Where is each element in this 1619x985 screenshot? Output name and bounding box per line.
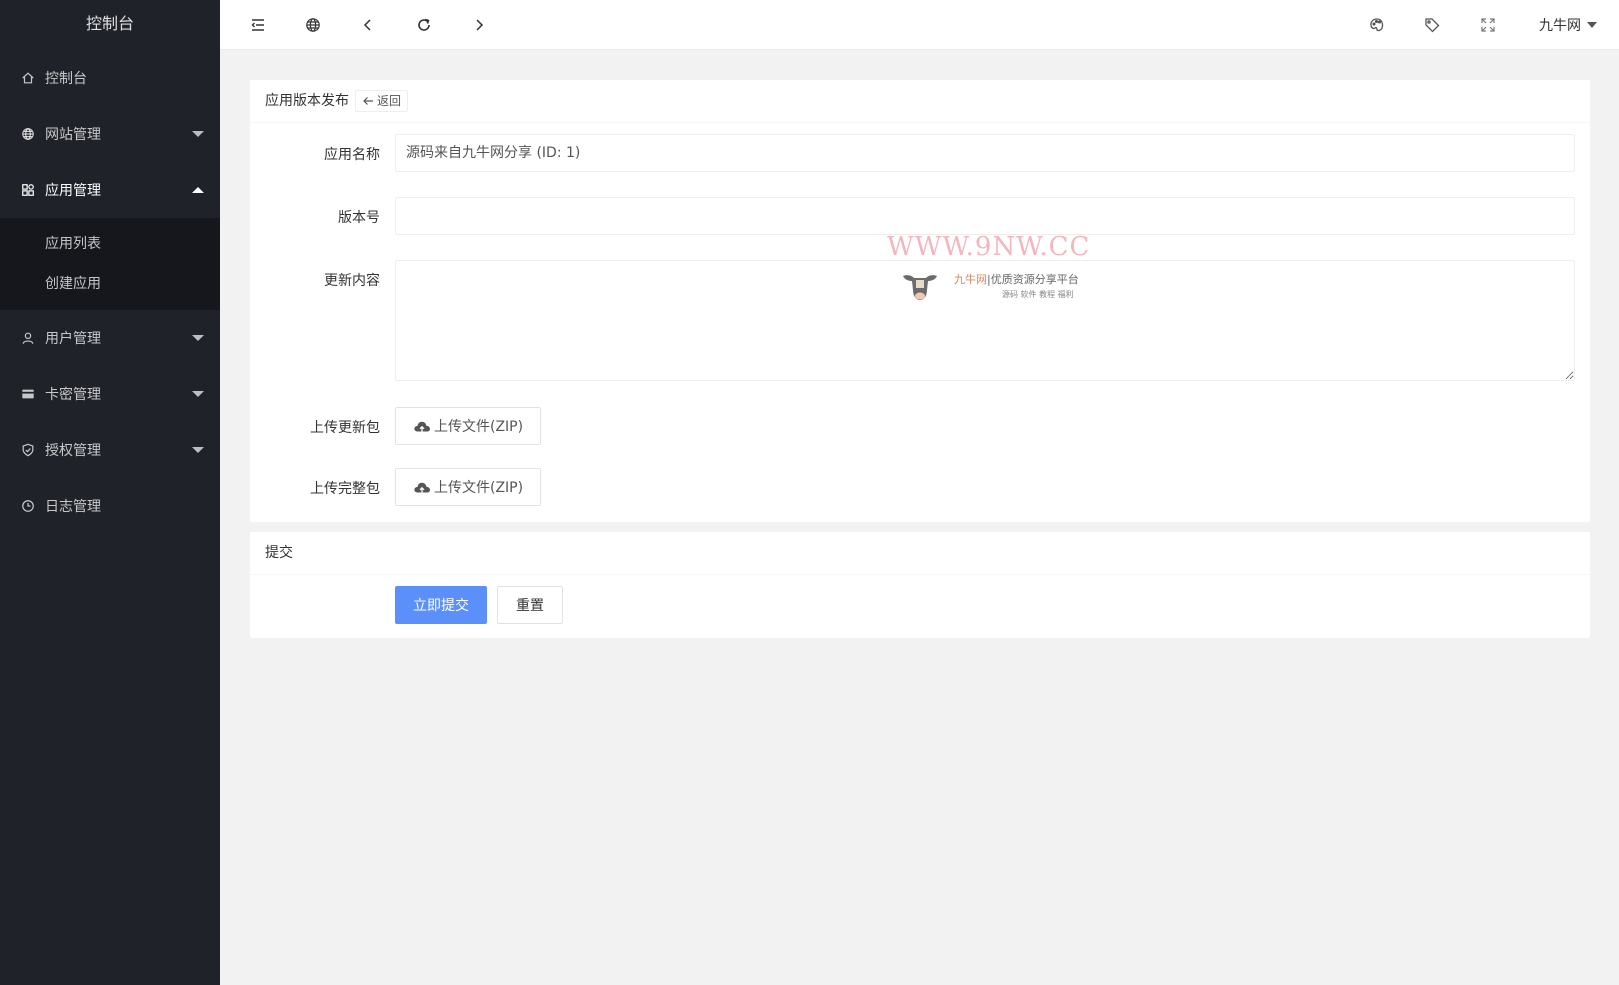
clock-icon <box>20 498 36 514</box>
changelog-label: 更新内容 <box>324 273 380 289</box>
sidebar-item-dashboard[interactable]: 控制台 <box>0 50 220 106</box>
cloud-upload-icon <box>414 482 430 493</box>
watermark-logo: 九牛网|优质资源分享平台 源码 软件 教程 福利 <box>900 268 1079 302</box>
tag-icon[interactable] <box>1420 13 1444 37</box>
home-icon <box>20 70 36 86</box>
palette-icon[interactable] <box>1365 13 1389 37</box>
shield-check-icon <box>20 442 36 458</box>
globe-icon[interactable] <box>301 13 325 37</box>
sidebar-item-label: 卡密管理 <box>45 387 101 403</box>
submit-card-title: 提交 <box>265 544 293 561</box>
globe-icon <box>20 126 36 142</box>
back-button[interactable]: 返回 <box>355 90 409 112</box>
sidebar-item-apps[interactable]: 应用管理 <box>0 162 220 218</box>
chevron-left-icon[interactable] <box>356 13 380 37</box>
version-input[interactable] <box>395 197 1575 235</box>
card-header: 提交 <box>250 532 1590 575</box>
back-button-label: 返回 <box>377 94 402 108</box>
fullscreen-icon[interactable] <box>1476 13 1500 37</box>
cow-logo-icon <box>903 275 937 300</box>
user-name: 九牛网 <box>1539 18 1581 34</box>
sidebar-item-cards[interactable]: 卡密管理 <box>0 366 220 422</box>
app-name-input[interactable]: 源码来自九牛网分享 (ID: 1) <box>395 134 1575 172</box>
reset-button[interactable]: 重置 <box>497 586 563 624</box>
top-header: 九牛网 <box>220 0 1619 50</box>
menu-fold-icon[interactable] <box>246 13 270 37</box>
watermark-brand: 九牛网 <box>954 272 987 286</box>
page-title: 应用版本发布 <box>265 92 349 109</box>
sidebar-subitem-app-list[interactable]: 应用列表 <box>0 224 220 264</box>
sidebar-item-users[interactable]: 用户管理 <box>0 310 220 366</box>
cloud-upload-icon <box>414 421 430 432</box>
caret-down-icon <box>192 391 204 397</box>
sidebar-logo[interactable]: 控制台 <box>0 0 220 50</box>
submit-card: 提交 立即提交 重置 <box>250 532 1590 638</box>
caret-down-icon <box>1587 22 1597 28</box>
update-package-label: 上传更新包 <box>310 420 380 436</box>
sidebar-item-label: 网站管理 <box>45 127 101 143</box>
sidebar-submenu-apps: 应用列表 创建应用 <box>0 218 220 310</box>
card-icon <box>20 386 36 402</box>
caret-down-icon <box>192 447 204 453</box>
app-name-label: 应用名称 <box>324 147 380 163</box>
caret-down-icon <box>192 335 204 341</box>
upload-update-package-button[interactable]: 上传文件(ZIP) <box>395 407 542 445</box>
version-label: 版本号 <box>338 210 380 226</box>
sidebar-item-license[interactable]: 授权管理 <box>0 422 220 478</box>
card-header: 应用版本发布 返回 <box>250 80 1590 123</box>
user-icon <box>20 330 36 346</box>
upload-update-package-label: 上传文件(ZIP) <box>434 419 524 435</box>
caret-up-icon <box>192 187 204 193</box>
sidebar-item-label: 授权管理 <box>45 443 101 459</box>
watermark-slogan-line: 九牛网|优质资源分享平台 <box>954 272 1079 286</box>
submit-button[interactable]: 立即提交 <box>395 586 487 624</box>
sidebar-item-label: 控制台 <box>45 71 87 87</box>
sidebar-subitem-create-app[interactable]: 创建应用 <box>0 264 220 304</box>
watermark-tags: 源码 软件 教程 福利 <box>1002 289 1074 299</box>
sidebar-item-logs[interactable]: 日志管理 <box>0 478 220 534</box>
chevron-right-icon[interactable] <box>467 13 491 37</box>
watermark-url: WWW.9NW.CC <box>887 232 1091 262</box>
user-menu[interactable]: 九牛网 <box>1539 0 1597 50</box>
sidebar-item-label: 应用管理 <box>45 183 101 199</box>
upload-full-package-label: 上传文件(ZIP) <box>434 480 524 496</box>
sidebar-item-label: 用户管理 <box>45 331 101 347</box>
sidebar: 控制台 控制台 网站管理 应用管理 应用列表 创建应用 用户管理 卡密管理 授权… <box>0 0 220 985</box>
refresh-icon[interactable] <box>412 13 436 37</box>
full-package-label: 上传完整包 <box>310 481 380 497</box>
apps-icon <box>20 182 36 198</box>
watermark-slogan: 优质资源分享平台 <box>990 272 1079 286</box>
upload-full-package-button[interactable]: 上传文件(ZIP) <box>395 468 542 506</box>
caret-down-icon <box>192 131 204 137</box>
sidebar-item-website[interactable]: 网站管理 <box>0 106 220 162</box>
sidebar-item-label: 日志管理 <box>45 499 101 515</box>
